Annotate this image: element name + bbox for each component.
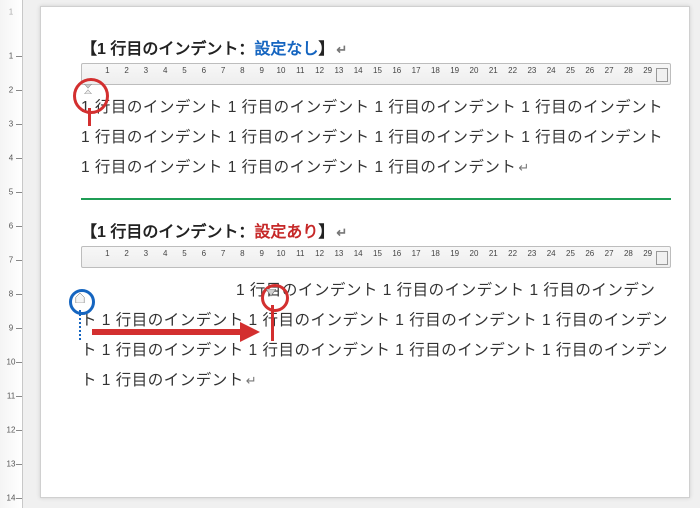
return-mark-icon: ↵: [518, 160, 529, 175]
hruler-num: 4: [163, 249, 167, 258]
hruler-num: 27: [605, 66, 614, 75]
hruler-num: 3: [144, 249, 148, 258]
hruler-num: 5: [182, 249, 186, 258]
hruler-num: 18: [431, 66, 440, 75]
body2-text: 1 行目のインデント 1 行目のインデント 1 行目のインデント 1 行目のイン…: [81, 282, 668, 390]
hruler-num: 18: [431, 249, 440, 258]
right-indent-handle[interactable]: [656, 251, 668, 265]
return-mark-icon: ↵: [336, 225, 347, 240]
hruler-num: 25: [566, 66, 575, 75]
right-indent-handle[interactable]: [656, 68, 668, 82]
hruler-num: 14: [354, 249, 363, 258]
hruler-num: 2: [124, 249, 128, 258]
hruler-num: 7: [221, 249, 225, 258]
heading2-post: 】: [318, 224, 334, 241]
return-mark-icon: ↵: [246, 373, 257, 388]
hruler-num: 15: [373, 66, 382, 75]
hruler-num: 10: [277, 249, 286, 258]
hruler-num: 23: [527, 249, 536, 258]
hruler-num: 11: [296, 66, 304, 75]
hruler-num: 12: [315, 66, 324, 75]
hruler-num: 1: [105, 66, 109, 75]
hruler-num: 8: [240, 249, 244, 258]
hruler-num: 17: [412, 66, 421, 75]
hruler-num: 13: [334, 66, 343, 75]
vertical-ruler: 1234567891011121314 1: [0, 0, 23, 508]
hruler-num: 24: [547, 66, 556, 75]
hruler-num: 9: [259, 66, 263, 75]
heading2-keyword: 設定あり: [254, 224, 318, 241]
heading1-keyword: 設定なし: [254, 41, 318, 58]
hruler-num: 4: [163, 66, 167, 75]
hruler-num: 6: [202, 66, 206, 75]
hruler-num: 29: [643, 66, 652, 75]
body1-text: 1 行目のインデント 1 行目のインデント 1 行目のインデント 1 行目のイン…: [81, 99, 663, 176]
hruler-num: 28: [624, 66, 633, 75]
hruler-num: 29: [643, 249, 652, 258]
heading1-pre: 【1 行目のインデント：: [81, 41, 254, 58]
hruler-num: 16: [392, 249, 401, 258]
hruler-num: 5: [182, 66, 186, 75]
hruler-num: 21: [489, 249, 498, 258]
hruler-num: 8: [240, 66, 244, 75]
horizontal-ruler-2[interactable]: 1234567891011121314151617181920212223242…: [81, 246, 671, 268]
hruler-num: 26: [585, 66, 594, 75]
hruler-num: 28: [624, 249, 633, 258]
hruler-num: 13: [334, 249, 343, 258]
heading-no-indent: 【1 行目のインデント：設定なし】↵: [81, 35, 671, 59]
horizontal-ruler-1[interactable]: 1234567891011121314151617181920212223242…: [81, 63, 671, 85]
hruler-num: 20: [470, 249, 479, 258]
hruler-num: 3: [144, 66, 148, 75]
hruler-num: 22: [508, 66, 517, 75]
hruler-num: 12: [315, 249, 324, 258]
hruler-num: 24: [547, 249, 556, 258]
hruler-num: 9: [259, 249, 263, 258]
green-divider: [81, 198, 671, 200]
hruler-num: 2: [124, 66, 128, 75]
document-page: 【1 行目のインデント：設定なし】↵ 123456789101112131415…: [40, 6, 690, 498]
vruler-gray-label: 1: [0, 8, 22, 17]
hruler-num: 6: [202, 249, 206, 258]
hruler-num: 10: [277, 66, 286, 75]
hruler-num: 27: [605, 249, 614, 258]
hruler-num: 7: [221, 66, 225, 75]
heading1-post: 】: [318, 41, 334, 58]
hruler-num: 17: [412, 249, 421, 258]
heading2-pre: 【1 行目のインデント：: [81, 224, 254, 241]
hruler-num: 15: [373, 249, 382, 258]
hruler-num: 26: [585, 249, 594, 258]
hruler-num: 19: [450, 66, 459, 75]
return-mark-icon: ↵: [336, 42, 347, 57]
hruler-num: 16: [392, 66, 401, 75]
body-with-indent: 1 行目のインデント 1 行目のインデント 1 行目のインデント 1 行目のイン…: [81, 276, 671, 397]
hruler-num: 23: [527, 66, 536, 75]
body-no-indent: 1 行目のインデント 1 行目のインデント 1 行目のインデント 1 行目のイン…: [81, 93, 671, 184]
hruler-num: 14: [354, 66, 363, 75]
hruler-num: 21: [489, 66, 498, 75]
hruler-num: 25: [566, 249, 575, 258]
hruler-num: 22: [508, 249, 517, 258]
hruler-num: 11: [296, 249, 304, 258]
heading-with-indent: 【1 行目のインデント：設定あり】↵: [81, 218, 671, 242]
hruler-num: 1: [105, 249, 109, 258]
hruler-num: 20: [470, 66, 479, 75]
hruler-num: 19: [450, 249, 459, 258]
